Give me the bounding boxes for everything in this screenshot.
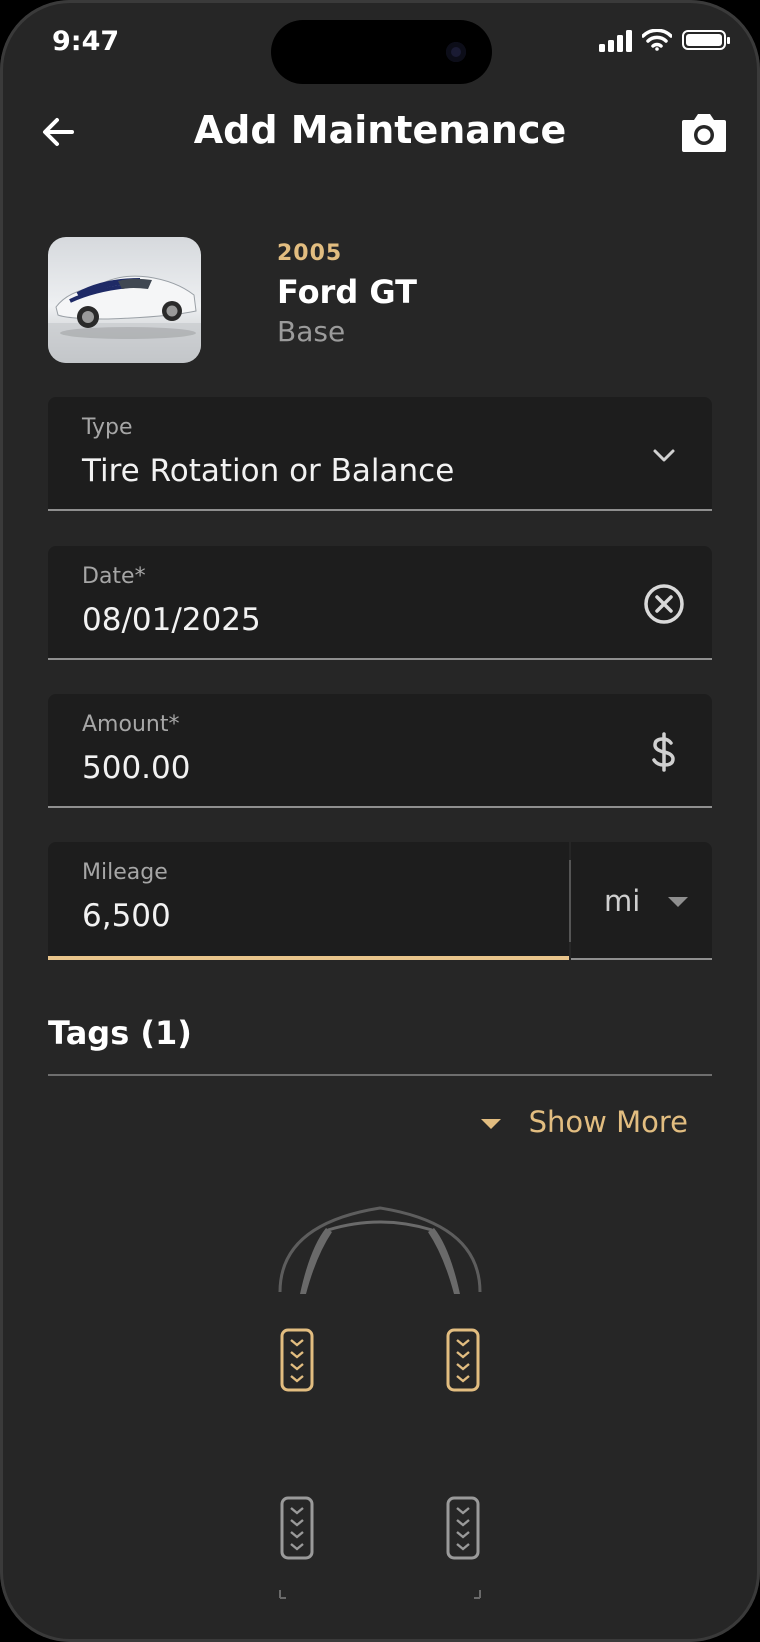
clear-circle-icon[interactable] [642,582,686,626]
show-more-button[interactable]: Show More [480,1102,688,1142]
mileage-label: Mileage [82,860,168,885]
mileage-value: 6,500 [82,898,171,934]
dollar-icon [652,732,675,772]
mileage-field[interactable]: Mileage 6,500 [48,842,569,960]
status-time: 9:47 [52,26,120,57]
tire-icon[interactable] [446,1328,480,1392]
tire-icon[interactable] [280,1496,314,1560]
vehicle-model: Ford GT [277,273,417,311]
tire-icon[interactable] [446,1496,480,1560]
mileage-unit-select[interactable]: mi [571,842,712,960]
caret-down-icon [668,897,688,907]
amount-field[interactable]: Amount* 500.00 [48,694,712,808]
mileage-field-group: Mileage 6,500 mi [48,842,712,960]
vehicle-photo [48,237,201,363]
tags-title: Tags (1) [48,1014,192,1052]
date-label: Date* [82,564,146,589]
type-select[interactable]: Type Tire Rotation or Balance [48,397,712,511]
vehicle-year: 2005 [277,241,343,266]
cellular-signal-icon [599,28,632,52]
front-camera-icon [446,42,466,62]
chevron-down-icon[interactable] [642,433,686,477]
mileage-unit-value: mi [604,884,641,918]
tire-diagram [270,1200,490,1610]
date-value: 08/01/2025 [82,602,261,638]
car-rear-outline [279,1590,481,1599]
battery-icon [682,30,730,50]
show-more-label: Show More [528,1105,688,1139]
tire-icon[interactable] [280,1328,314,1392]
type-value: Tire Rotation or Balance [82,453,455,489]
status-icons [599,28,730,52]
status-bar: 9:47 [0,0,760,90]
phone-screen: 9:47 Add Maintenance 2005 Ford GT Base T… [0,0,760,1642]
vehicle-card: 2005 Ford GT Base [48,237,688,365]
top-app-bar: Add Maintenance [0,100,760,164]
page-title: Add Maintenance [193,108,567,152]
date-field[interactable]: Date* 08/01/2025 [48,546,712,660]
wifi-icon [642,29,672,51]
tags-section[interactable]: Tags (1) [48,1010,712,1076]
dynamic-island [271,20,492,84]
camera-icon[interactable] [680,110,728,154]
caret-down-icon [480,1119,501,1129]
vehicle-trim: Base [277,315,346,348]
car-front-icon [278,1206,482,1294]
amount-label: Amount* [82,712,180,737]
type-label: Type [82,415,133,440]
amount-value: 500.00 [82,750,191,786]
